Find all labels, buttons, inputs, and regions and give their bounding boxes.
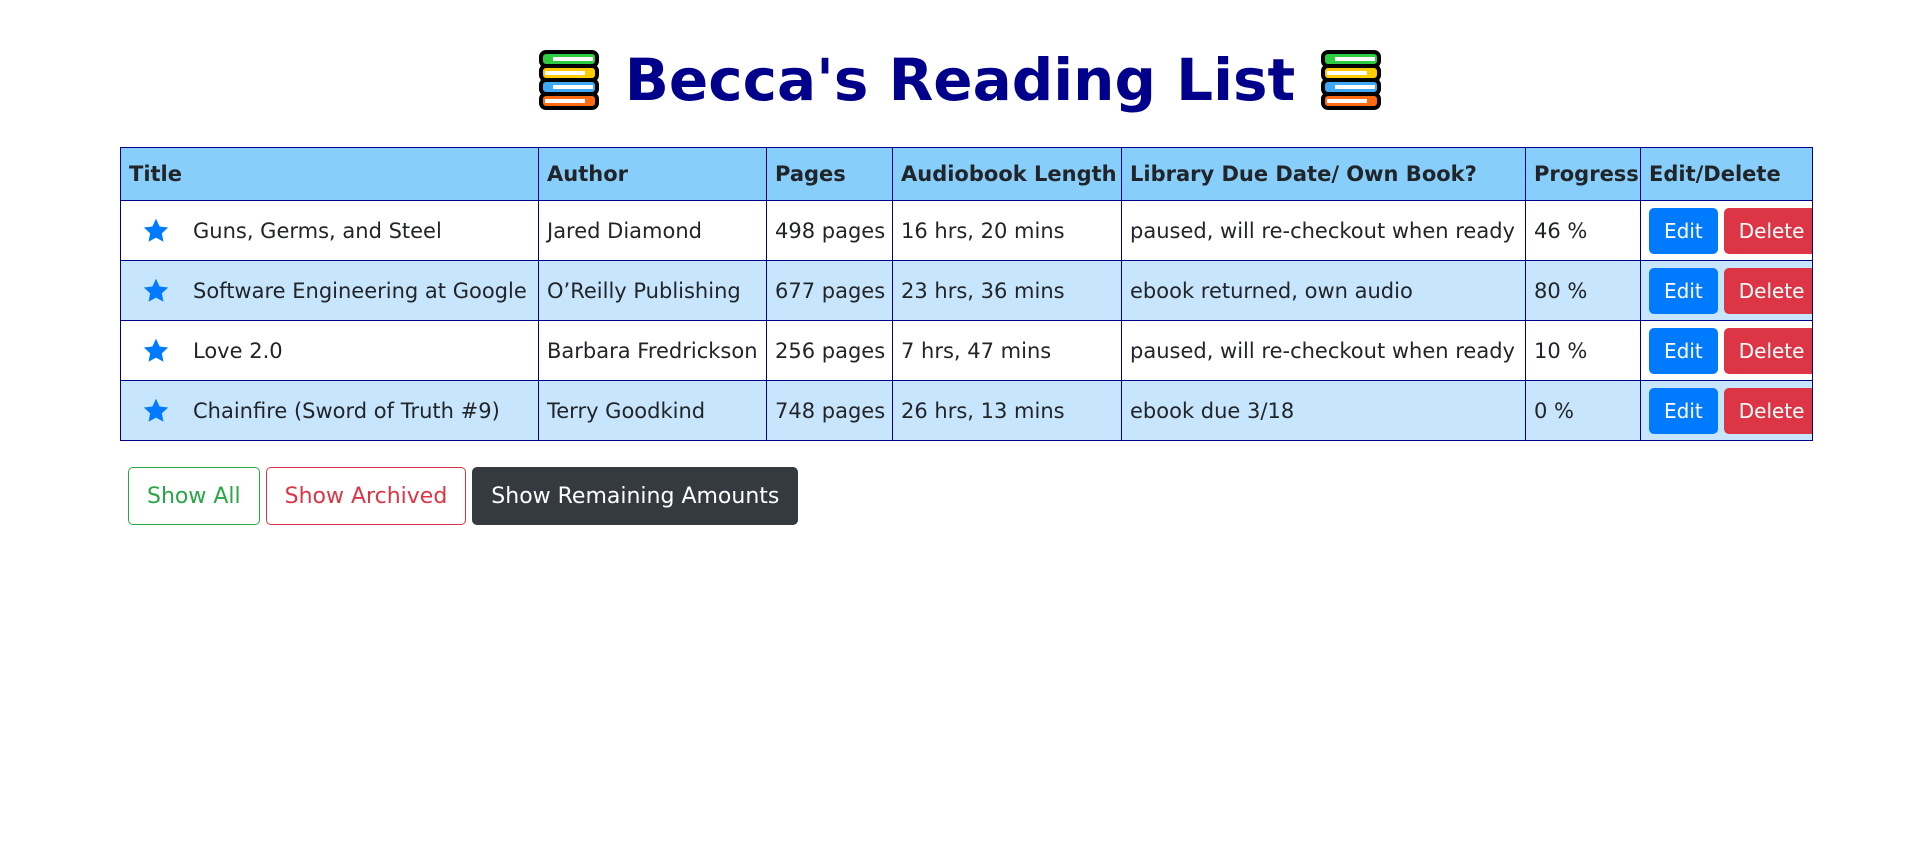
delete-button[interactable]: Delete bbox=[1723, 207, 1812, 254]
page-title: Becca's Reading List bbox=[624, 46, 1296, 114]
page-header: Becca's Reading List bbox=[0, 44, 1920, 116]
books-icon bbox=[1321, 50, 1382, 110]
star-icon[interactable] bbox=[141, 336, 171, 366]
progress-cell: 10 % bbox=[1525, 320, 1641, 381]
due-date-cell: paused, will re-checkout when ready bbox=[1121, 200, 1526, 261]
title-cell: Software Engineering at Google bbox=[120, 260, 539, 321]
audiobook-length-cell: 7 hrs, 47 mins bbox=[892, 320, 1122, 381]
star-icon[interactable] bbox=[141, 276, 171, 306]
star-icon[interactable] bbox=[141, 396, 171, 426]
delete-button[interactable]: Delete bbox=[1723, 387, 1812, 434]
pages-cell: 677 pages bbox=[766, 260, 893, 321]
column-header-author: Author bbox=[538, 147, 767, 201]
author-cell: Terry Goodkind bbox=[538, 380, 767, 441]
audiobook-length-cell: 26 hrs, 13 mins bbox=[892, 380, 1122, 441]
reading-list-table-wrapper: Title Author Pages Audiobook Length Libr… bbox=[120, 147, 1813, 441]
table-header-row: Title Author Pages Audiobook Length Libr… bbox=[120, 147, 1813, 201]
delete-button[interactable]: Delete bbox=[1723, 267, 1812, 314]
table-row: Love 2.0 Barbara Fredrickson 256 pages 7… bbox=[120, 320, 1813, 381]
author-cell: Barbara Fredrickson bbox=[538, 320, 767, 381]
show-all-button[interactable]: Show All bbox=[128, 467, 260, 525]
actions-cell: Edit Delete bbox=[1640, 380, 1813, 441]
show-archived-button[interactable]: Show Archived bbox=[265, 467, 467, 525]
actions-cell: Edit Delete bbox=[1640, 200, 1813, 261]
page: Becca's Reading List Title Author Pages … bbox=[0, 0, 1920, 865]
table-row: Chainfire (Sword of Truth #9) Terry Good… bbox=[120, 380, 1813, 441]
book-title: Software Engineering at Google bbox=[193, 278, 527, 303]
column-header-edit-delete: Edit/Delete bbox=[1640, 147, 1813, 201]
column-header-progress: Progress bbox=[1525, 147, 1641, 201]
edit-button[interactable]: Edit bbox=[1649, 207, 1718, 254]
pages-cell: 256 pages bbox=[766, 320, 893, 381]
show-remaining-amounts-button[interactable]: Show Remaining Amounts bbox=[472, 467, 799, 525]
reading-list-table: Title Author Pages Audiobook Length Libr… bbox=[120, 147, 1813, 441]
column-header-title: Title bbox=[120, 147, 539, 201]
pages-cell: 498 pages bbox=[766, 200, 893, 261]
author-cell: Jared Diamond bbox=[538, 200, 767, 261]
book-title: Love 2.0 bbox=[193, 338, 283, 363]
title-cell: Guns, Germs, and Steel bbox=[120, 200, 539, 261]
column-header-pages: Pages bbox=[766, 147, 893, 201]
books-icon bbox=[538, 50, 599, 110]
progress-cell: 80 % bbox=[1525, 260, 1641, 321]
title-cell: Chainfire (Sword of Truth #9) bbox=[120, 380, 539, 441]
due-date-cell: ebook due 3/18 bbox=[1121, 380, 1526, 441]
author-cell: O’Reilly Publishing bbox=[538, 260, 767, 321]
due-date-cell: paused, will re-checkout when ready bbox=[1121, 320, 1526, 381]
actions-cell: Edit Delete bbox=[1640, 260, 1813, 321]
star-icon[interactable] bbox=[141, 216, 171, 246]
edit-button[interactable]: Edit bbox=[1649, 387, 1718, 434]
edit-button[interactable]: Edit bbox=[1649, 267, 1718, 314]
book-title: Chainfire (Sword of Truth #9) bbox=[193, 398, 500, 423]
progress-cell: 46 % bbox=[1525, 200, 1641, 261]
audiobook-length-cell: 23 hrs, 36 mins bbox=[892, 260, 1122, 321]
edit-button[interactable]: Edit bbox=[1649, 327, 1718, 374]
pages-cell: 748 pages bbox=[766, 380, 893, 441]
table-row: Guns, Germs, and Steel Jared Diamond 498… bbox=[120, 200, 1813, 261]
actions-cell: Edit Delete bbox=[1640, 320, 1813, 381]
progress-cell: 0 % bbox=[1525, 380, 1641, 441]
due-date-cell: ebook returned, own audio bbox=[1121, 260, 1526, 321]
column-header-due-date: Library Due Date/ Own Book? bbox=[1121, 147, 1526, 201]
column-header-audiobook-length: Audiobook Length bbox=[892, 147, 1122, 201]
delete-button[interactable]: Delete bbox=[1723, 327, 1812, 374]
book-title: Guns, Germs, and Steel bbox=[193, 218, 442, 243]
filter-toolbar: Show All Show Archived Show Remaining Am… bbox=[128, 467, 799, 525]
audiobook-length-cell: 16 hrs, 20 mins bbox=[892, 200, 1122, 261]
title-cell: Love 2.0 bbox=[120, 320, 539, 381]
table-row: Software Engineering at Google O’Reilly … bbox=[120, 260, 1813, 321]
